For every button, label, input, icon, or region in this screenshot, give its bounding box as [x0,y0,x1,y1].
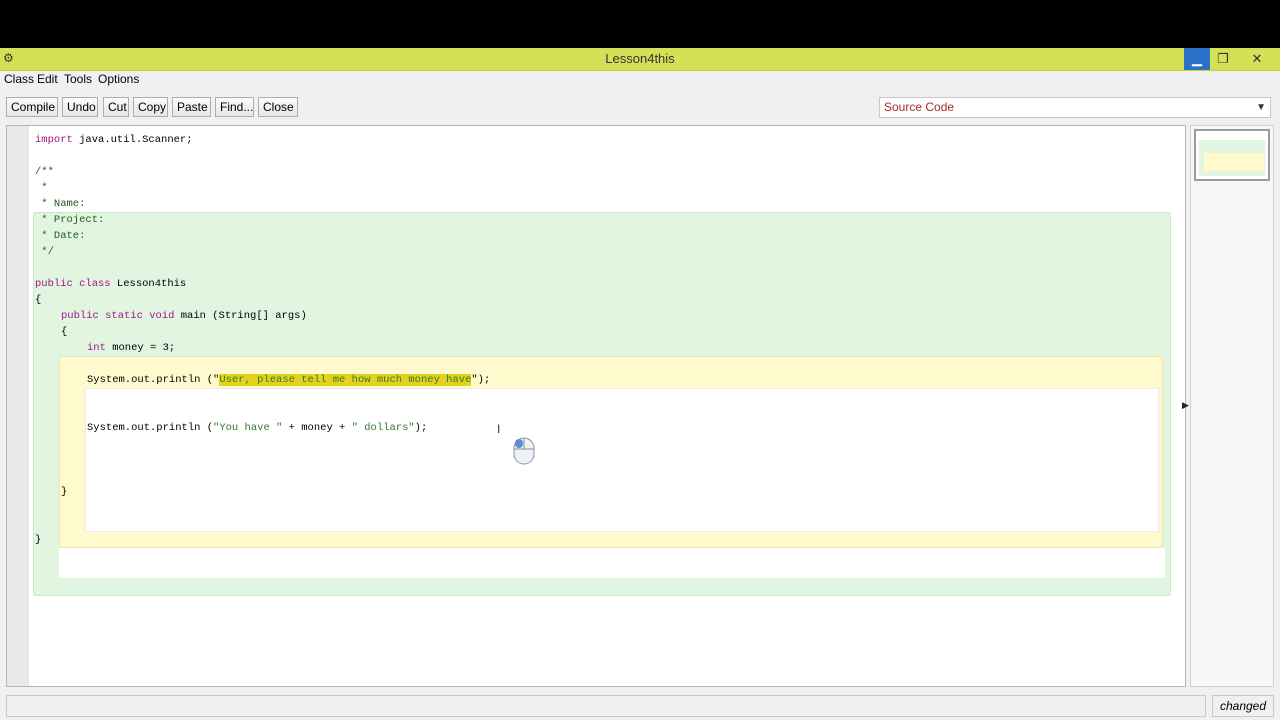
close-icon[interactable]: ✕ [1244,48,1270,70]
text-cursor-icon: I [497,422,501,436]
code-line-method-open[interactable]: { [61,325,67,339]
undo-button[interactable]: Undo [62,97,98,117]
code-line-comment-2[interactable]: * [35,181,47,195]
println-2-string-2: " dollars" [351,422,415,434]
minimize-icon[interactable]: ▁ [1184,48,1210,70]
code-line-println-2[interactable]: System.out.println ("You have " + money … [87,421,427,435]
maximize-icon[interactable]: ❐ [1210,48,1236,70]
close-button[interactable]: Close [258,97,298,117]
screen-top-band [0,0,1280,48]
view-selector[interactable]: Source Code ▼ [879,97,1271,118]
code-line-import[interactable]: import java.util.Scanner; [35,133,193,147]
class-trailing-block [59,548,1165,578]
compile-button[interactable]: Compile [6,97,58,117]
nav-method-scope [1204,153,1264,171]
window-title: Lesson4this [605,51,675,66]
menu-bar: Class Edit Tools Options [0,71,1280,89]
import-statement: java.util.Scanner; [72,134,193,146]
cut-button[interactable]: Cut [103,97,129,117]
code-line-method-close[interactable]: } [61,485,67,499]
keyword-int: int [87,342,106,354]
find-button[interactable]: Find... [215,97,254,117]
println-1-suffix: "); [471,374,491,386]
keyword-public-class: public class [35,278,111,290]
code-editor[interactable]: import java.util.Scanner; /** * * Name: … [6,125,1186,687]
method-signature: main (String[] args) [174,310,307,322]
code-line-println-1[interactable]: System.out.println ("User, please tell m… [87,373,490,387]
class-name: Lesson4this [110,278,187,290]
println-2-suffix: ); [414,422,428,434]
println-2-middle: + money + [282,422,352,434]
paste-button[interactable]: Paste [172,97,211,117]
nav-viewport-thumb[interactable] [1194,129,1270,181]
changed-status: changed [1212,695,1274,717]
menu-tools[interactable]: Tools [64,72,92,86]
code-line-class-decl[interactable]: public class Lesson4this [35,277,186,291]
code-line-comment-4[interactable]: * Project: [35,213,104,227]
println-2-string-1: "You have " [213,422,283,434]
chevron-down-icon[interactable]: ▼ [1256,98,1266,117]
method-body-block [85,388,1159,532]
selected-text[interactable]: User, please tell me how much money have [219,374,472,386]
editor-window: ⚙ Lesson4this ▁ ❐ ✕ Class Edit Tools Opt… [0,48,1280,720]
code-line-comment-6[interactable]: */ [35,245,54,259]
code-line-comment-5[interactable]: * Date: [35,229,85,243]
title-bar: ⚙ Lesson4this ▁ ❐ ✕ [0,48,1280,71]
println-1-prefix: System.out.println (" [87,374,220,386]
mouse-icon [513,437,535,465]
code-line-comment-3[interactable]: * Name: [35,197,85,211]
navigation-view[interactable] [1190,125,1274,687]
menu-edit[interactable]: Edit [37,72,58,86]
menu-options[interactable]: Options [98,72,139,86]
keyword-import: import [35,134,73,146]
expand-arrow-icon[interactable]: ▶ [1182,400,1189,411]
code-line-int-decl[interactable]: int money = 3; [87,341,175,355]
int-statement: money = 3; [105,342,176,354]
status-message [6,695,1206,717]
code-line-class-open[interactable]: { [35,293,41,307]
status-bar: changed [0,691,1280,720]
code-line-class-close[interactable]: } [35,533,41,547]
println-2-prefix: System.out.println ( [87,422,214,434]
keyword-public-static-void: public static void [61,310,175,322]
line-gutter [7,126,29,686]
view-selector-value: Source Code [884,100,955,114]
menu-class[interactable]: Class [4,72,34,86]
code-line-method-decl[interactable]: public static void main (String[] args) [61,309,307,323]
copy-button[interactable]: Copy [133,97,168,117]
code-line-comment-1[interactable]: /** [35,165,54,179]
